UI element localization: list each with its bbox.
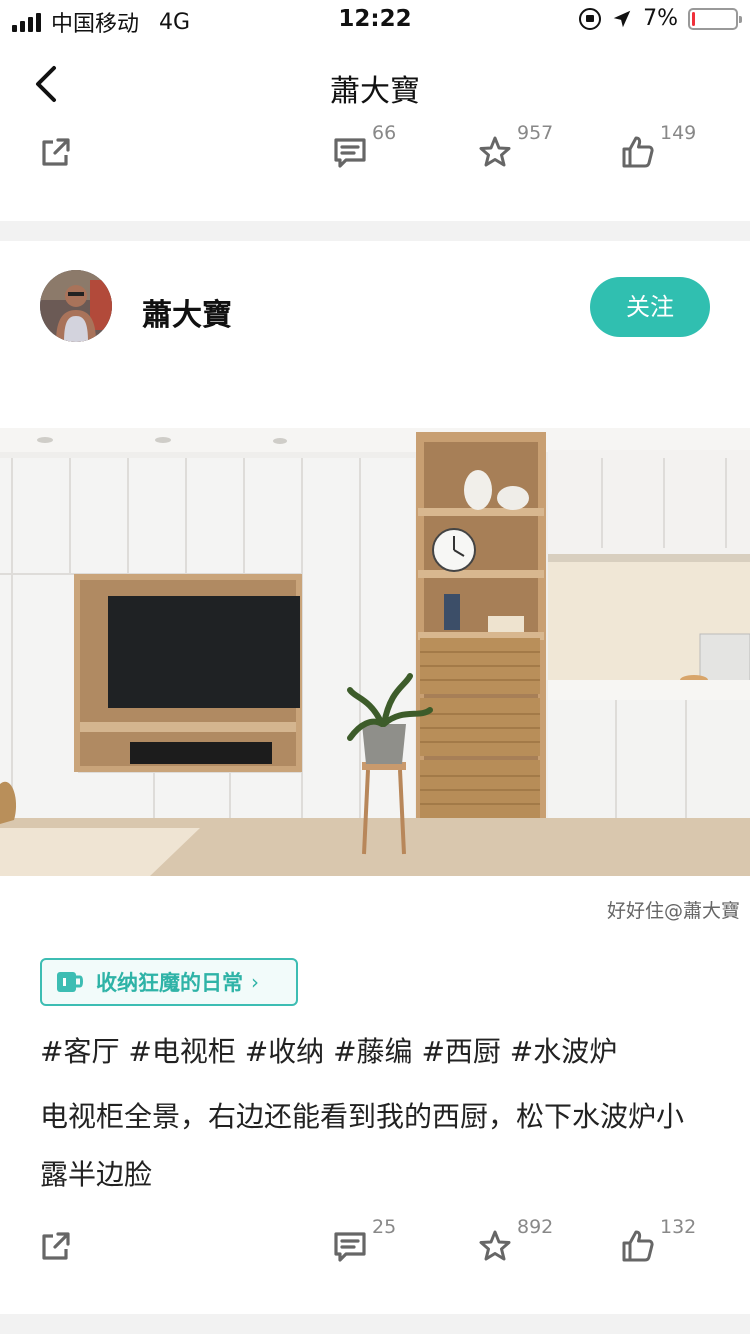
topic-tag[interactable]: 收纳狂魔的日常 › <box>40 958 298 1006</box>
share-icon <box>42 138 70 166</box>
thumbs-up-icon <box>622 1230 654 1262</box>
comment-icon <box>334 1232 366 1262</box>
share-button[interactable] <box>38 122 74 170</box>
comment-button[interactable]: 66 <box>332 122 396 170</box>
favorite-button[interactable]: 892 <box>477 1216 553 1264</box>
comment-count: 25 <box>372 1216 397 1238</box>
battery-percent: 7% <box>643 6 678 31</box>
prev-post-action-bar: 66 957 149 <box>0 122 750 182</box>
avatar-image <box>40 270 112 342</box>
section-divider <box>0 1314 750 1334</box>
comment-button[interactable]: 25 <box>332 1216 396 1264</box>
living-room-image <box>0 428 750 876</box>
rotation-lock-icon <box>579 7 602 30</box>
status-bar: 中国移动 4G 12:22 7% <box>0 0 750 40</box>
chevron-right-icon: › <box>251 970 259 994</box>
like-button[interactable]: 149 <box>620 122 696 170</box>
post-photo[interactable] <box>0 428 750 876</box>
topic-label: 收纳狂魔的日常 <box>96 971 243 995</box>
like-button[interactable]: 132 <box>620 1216 696 1264</box>
image-watermark: 好好住@蕭大寶 <box>606 900 740 922</box>
follow-button[interactable]: 关注 <box>590 277 710 337</box>
avatar[interactable] <box>40 270 112 342</box>
mug-icon <box>57 972 83 992</box>
star-icon <box>479 1230 511 1261</box>
favorite-button[interactable]: 957 <box>477 122 553 170</box>
favorite-count: 957 <box>517 122 554 144</box>
comment-count: 66 <box>372 122 397 144</box>
location-arrow-icon <box>613 10 631 27</box>
author-name[interactable]: 蕭大寶 <box>142 290 232 334</box>
battery-icon <box>688 7 742 30</box>
like-count: 149 <box>660 122 697 144</box>
like-count: 132 <box>660 1216 697 1238</box>
nav-bar: 蕭大寶 <box>0 48 750 120</box>
post-hashtags[interactable]: #客厅 #电视柜 #收纳 #藤编 #西厨 #水波炉 <box>40 1030 617 1070</box>
star-icon <box>479 136 511 167</box>
post-action-bar: 25 892 132 <box>0 1216 750 1276</box>
section-divider <box>0 221 750 241</box>
share-button[interactable] <box>38 1216 74 1264</box>
share-icon <box>42 1232 70 1260</box>
favorite-count: 892 <box>517 1216 554 1238</box>
post-body: 电视柜全景，右边还能看到我的西厨，松下水波炉小露半边脸 <box>40 1100 685 1191</box>
battery-fill <box>692 11 695 26</box>
comment-icon <box>334 138 366 168</box>
page-title: 蕭大寶 <box>330 74 420 109</box>
thumbs-up-icon <box>622 136 654 168</box>
